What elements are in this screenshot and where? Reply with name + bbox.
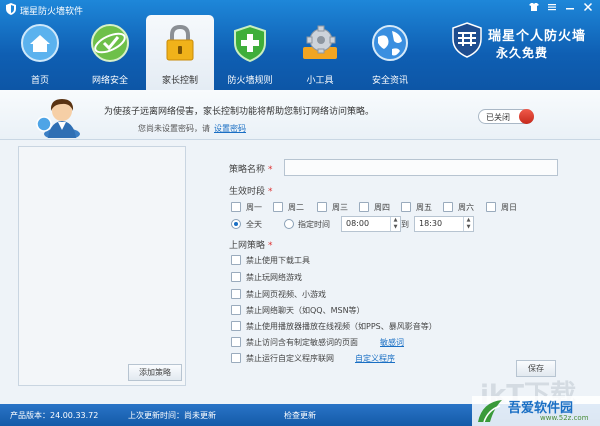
globe-icon <box>372 25 408 61</box>
policy-form <box>186 146 582 386</box>
policy-checkbox-games[interactable] <box>231 272 241 282</box>
tab-parental-control[interactable]: 家长控制 <box>146 15 214 90</box>
tab-label: 小工具 <box>306 76 334 86</box>
day-checkbox-tue[interactable] <box>273 202 283 212</box>
day-checkbox-sat[interactable] <box>443 202 453 212</box>
policy-checkbox-download[interactable] <box>231 255 241 265</box>
policy-list <box>18 146 186 386</box>
check-update-link[interactable]: 检查更新 <box>284 410 316 421</box>
day-checkbox-fri[interactable] <box>401 202 411 212</box>
brand-title: 瑞星个人防火墙 <box>488 29 587 44</box>
policy-checkbox-chat[interactable] <box>231 305 241 315</box>
day-checkbox-wed[interactable] <box>317 202 327 212</box>
policy-label-text: 禁止使用播放器播放在线视频（如PPS、暴风影音等） <box>246 322 437 331</box>
custom-time-label: 指定时间 <box>298 220 330 229</box>
minimize-icon <box>565 8 574 10</box>
watermark-logo-icon <box>478 400 502 423</box>
policy-checkbox-player[interactable] <box>231 321 241 331</box>
toggle-knob <box>519 109 534 124</box>
day-label: 周五 <box>416 203 432 212</box>
brand-slogan: 永久免费 <box>496 46 549 60</box>
skin-button[interactable] <box>525 2 542 16</box>
minimize-button[interactable] <box>561 2 578 16</box>
policy-label-text: 禁止网络聊天（如QQ、MSN等） <box>246 306 365 315</box>
policy-checkbox-web-video[interactable] <box>231 289 241 299</box>
parental-control-description: 为使孩子远离网络侵害，家长控制功能将帮助您制订网络访问策略。 <box>104 107 375 117</box>
last-update-time: 上次更新时间：尚未更新 <box>128 411 216 420</box>
time-spinner-icon[interactable]: ▲ ▼ <box>390 217 400 231</box>
tab-label: 家长控制 <box>161 76 198 86</box>
tab-label: 首页 <box>30 76 49 86</box>
watermark-url: www.52z.com <box>540 414 589 422</box>
toggle-label: 已关闭 <box>486 113 510 122</box>
tab-tools[interactable]: 小工具 <box>286 15 354 90</box>
shirt-icon <box>528 3 539 11</box>
tab-label: 安全资讯 <box>371 76 408 86</box>
menu-button[interactable] <box>543 2 560 16</box>
set-password-link[interactable]: 设置密码 <box>214 124 246 133</box>
day-checkbox-thu[interactable] <box>359 202 369 212</box>
policy-label-text: 禁止网页视频、小游戏 <box>246 290 326 299</box>
sensitive-words-link[interactable]: 敏感词 <box>380 337 404 348</box>
add-policy-button[interactable]: 添加策略 <box>128 364 182 381</box>
password-hint-text: 您尚未设置密码，请 <box>138 124 210 133</box>
close-icon <box>583 2 592 12</box>
tab-security-news[interactable]: 安全资讯 <box>356 15 424 90</box>
policy-label-text: 禁止使用下载工具 <box>246 256 310 265</box>
parent-avatar-icon <box>36 99 80 138</box>
product-version: 产品版本：24.00.33.72 <box>10 411 99 420</box>
all-day-label: 全天 <box>246 220 262 229</box>
brand-shield-icon <box>452 22 482 58</box>
lock-icon <box>166 24 194 61</box>
all-day-radio[interactable] <box>231 219 241 229</box>
custom-time-radio[interactable] <box>284 219 294 229</box>
tab-firewall-rules[interactable]: 防火墙规则 <box>216 15 284 90</box>
home-icon <box>21 24 59 62</box>
end-time-input[interactable]: 18:30 ▲ ▼ <box>414 216 474 232</box>
network-security-icon <box>91 24 129 62</box>
custom-program-link[interactable]: 自定义程序 <box>355 353 395 364</box>
policy-name-input[interactable] <box>284 159 558 176</box>
tab-home[interactable]: 首页 <box>6 15 74 90</box>
tab-label: 防火墙规则 <box>227 76 273 86</box>
brand: 瑞星个人防火墙 永久免费 <box>452 20 592 68</box>
policy-label-text: 禁止运行自定义程序联网 <box>246 354 334 363</box>
day-label: 周日 <box>501 203 517 212</box>
day-label: 周三 <box>332 203 348 212</box>
day-checkbox-mon[interactable] <box>231 202 241 212</box>
gear-icon <box>303 25 337 59</box>
password-hint: 您尚未设置密码，请 设置密码 <box>138 123 246 134</box>
policy-checkbox-sensitive[interactable] <box>231 337 241 347</box>
toolbar: 瑞星防火墙软件 首页 网络安全 家长控制 防火墙规则 小工具 安全资讯 瑞星个人… <box>0 0 600 90</box>
time-spinner-icon[interactable]: ▲ ▼ <box>463 217 473 231</box>
tab-network-security[interactable]: 网络安全 <box>76 15 144 90</box>
policy-label: 上网策略 * <box>229 241 273 251</box>
tab-label: 网络安全 <box>91 76 128 86</box>
time-to-label: 到 <box>401 220 409 229</box>
day-label: 周六 <box>458 203 474 212</box>
close-button[interactable] <box>579 2 596 16</box>
day-label: 周二 <box>288 203 304 212</box>
policy-name-label: 策略名称 * <box>229 165 273 175</box>
start-time-input[interactable]: 08:00 ▲ ▼ <box>341 216 401 232</box>
policy-label-text: 禁止玩网络游戏 <box>246 273 302 282</box>
policy-checkbox-custom-program[interactable] <box>231 353 241 363</box>
shield-icon <box>234 24 266 63</box>
day-label: 周一 <box>246 203 262 212</box>
day-label: 周四 <box>374 203 390 212</box>
day-checkbox-sun[interactable] <box>486 202 496 212</box>
app-shield-icon <box>6 3 16 15</box>
parental-control-toggle[interactable]: 已关闭 <box>478 109 534 124</box>
menu-icon <box>547 4 556 11</box>
period-label: 生效时段 * <box>229 187 273 197</box>
policy-label-text: 禁止访问含有制定敏感词的页面 <box>246 338 358 347</box>
